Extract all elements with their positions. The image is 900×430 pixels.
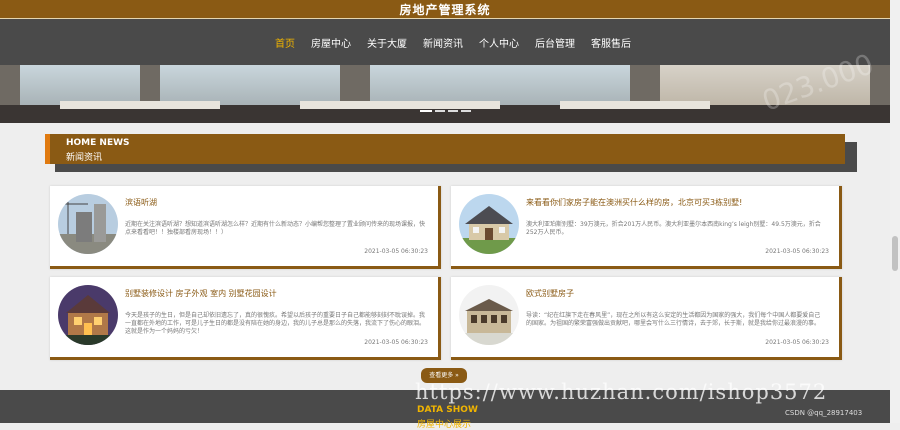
news-section-header: HOME NEWS 新闻资讯 [45,134,857,172]
watermark-url: https://www.huzhan.com/ishop3572 [415,380,828,404]
news-image[interactable] [58,194,118,254]
nav-item-home[interactable]: 首页 [275,35,295,50]
news-title[interactable]: 来看看你们家房子能在澳洲买什么样的房，北京可买3栋别墅! [526,197,742,208]
nav-item-support[interactable]: 客服售后 [591,35,631,50]
news-description: 近期在关注滨语听湖？想知道滨语听湖怎么样？近期有什么新动态？小编帮您整理了置业顾… [125,221,426,236]
nav-item-news[interactable]: 新闻资讯 [423,35,463,50]
news-title-en: HOME NEWS [66,138,130,148]
banner-desk [560,101,710,109]
carousel-dots [420,110,471,112]
news-title[interactable]: 欧式别墅房子 [526,288,574,299]
banner-carousel[interactable] [0,65,890,123]
news-description: 澳大利亚珀斯别墅：39万澳元，折合201万人民币。澳大利亚墨尔本西南king’s… [526,221,821,236]
banner-desk [300,101,500,109]
news-card[interactable]: 欧式别墅房子 导读：“纪在红旗下走在春风里”，现在之所以有这么安定的生活都因为国… [451,277,842,360]
news-title[interactable]: 滨语听湖 [125,197,157,208]
carousel-dot[interactable] [448,110,458,112]
news-card[interactable]: 滨语听湖 近期在关注滨语听湖？想知道滨语听湖怎么样？近期有什么新动态？小编帮您整… [50,186,441,269]
site-title: 房地产管理系统 [399,3,491,17]
scrollbar-thumb[interactable] [892,236,898,271]
news-title[interactable]: 别墅装修设计 房子外观 室内 别墅花园设计 [125,288,277,299]
main-nav: 首页 房屋中心 关于大厦 新闻资讯 个人中心 后台管理 客服售后 [0,19,890,65]
banner-desk [60,101,220,109]
data-show-title-en: DATA SHOW [417,405,478,415]
news-image[interactable] [58,285,118,345]
news-title-cn: 新闻资讯 [66,153,103,163]
nav-item-admin[interactable]: 后台管理 [535,35,575,50]
watermark-csdn: CSDN @qq_28917403 [785,409,863,417]
news-time: 2021-03-05 06:30:23 [364,248,428,255]
news-card[interactable]: 别墅装修设计 房子外观 室内 别墅花园设计 今天是孩子的生日，但是自己却依旧遗忘… [50,277,441,360]
nav-item-about[interactable]: 关于大厦 [367,35,407,50]
villa-night-icon [58,285,118,345]
european-house-icon [459,285,519,345]
view-more-label: 查看更多 [429,372,454,379]
news-image[interactable] [459,285,519,345]
news-image[interactable] [459,194,519,254]
nav-item-houses[interactable]: 房屋中心 [311,35,351,50]
double-chevron-right-icon: » [453,372,459,379]
carousel-dot[interactable] [461,110,471,112]
news-description: 导读：“纪在红旗下走在春风里”，现在之所以有这么安定的生活都因为国家的强大，我们… [526,312,821,327]
carousel-dot[interactable] [435,110,445,112]
building-construction-icon [58,194,118,254]
news-description: 今天是孩子的生日，但是自己却依旧遗忘了，真的很愧疚。希望以后孩子的重要日子自己都… [125,312,426,335]
nav-item-profile[interactable]: 个人中心 [479,35,519,50]
suburban-house-icon [459,194,519,254]
top-bar: 房地产管理系统 [0,0,890,19]
data-show-title-cn: 房屋中心展示 [417,420,472,430]
news-time: 2021-03-05 06:30:23 [765,248,829,255]
carousel-dot[interactable] [420,110,432,112]
news-card[interactable]: 来看看你们家房子能在澳洲买什么样的房，北京可买3栋别墅! 澳大利亚珀斯别墅：39… [451,186,842,269]
news-time: 2021-03-05 06:30:23 [765,339,829,346]
vertical-scrollbar[interactable] [890,0,900,423]
news-time: 2021-03-05 06:30:23 [364,339,428,346]
